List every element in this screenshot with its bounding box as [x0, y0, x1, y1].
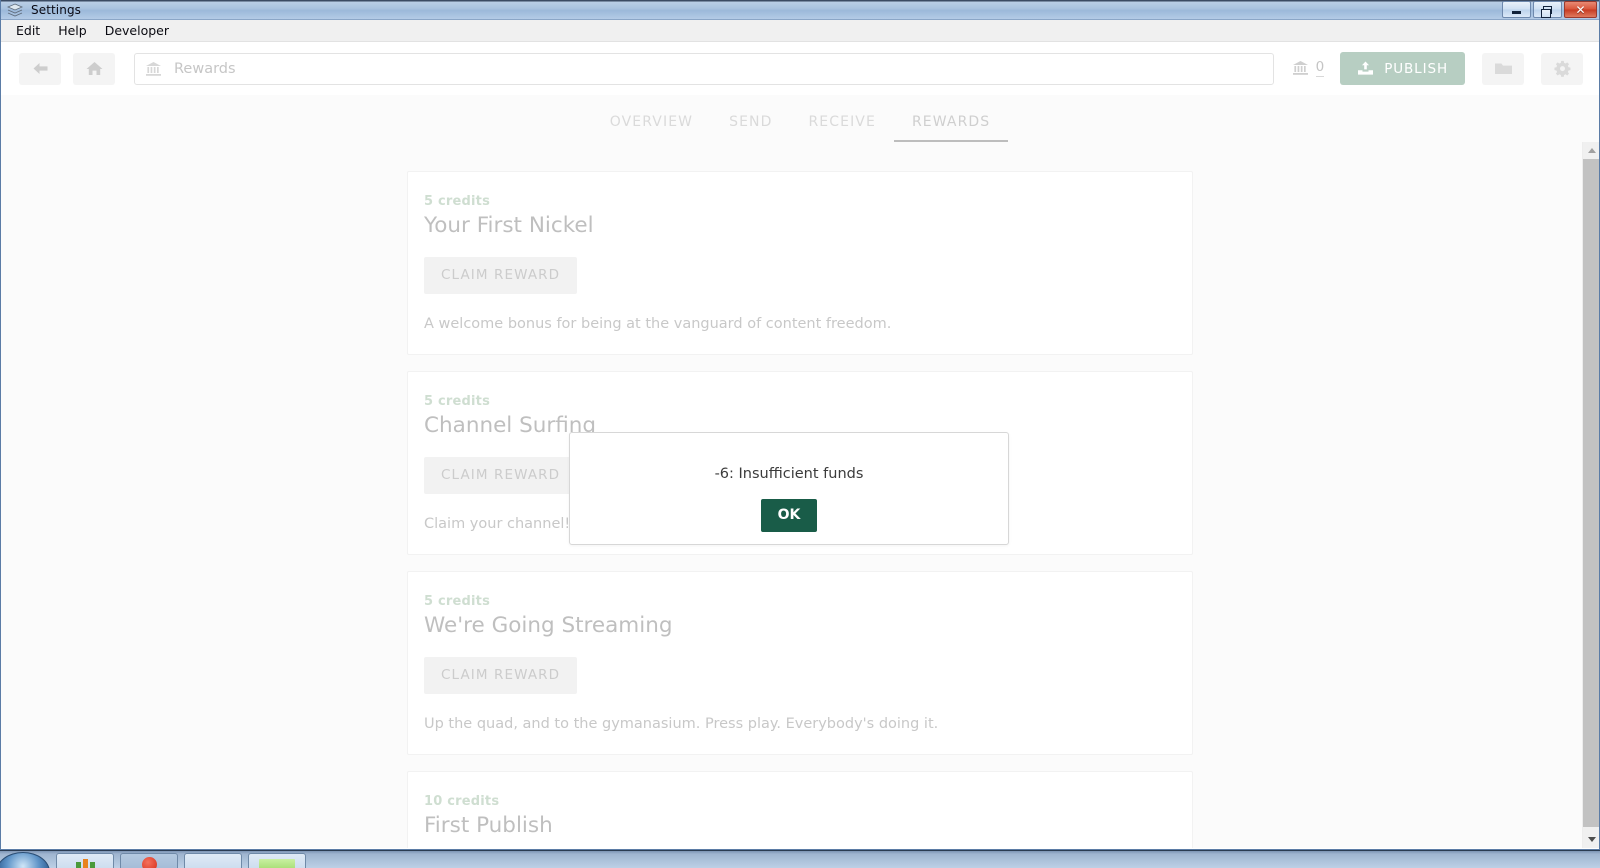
upload-icon: [1357, 61, 1374, 76]
scroll-down-button[interactable]: [1583, 831, 1599, 848]
menu-bar: Edit Help Developer: [1, 20, 1599, 42]
balance-amount: 0: [1315, 59, 1325, 77]
app-content: Rewards 0 PUBLISH OVERVIEW SEND RECEIVE …: [1, 42, 1599, 848]
reward-card: 5 credits Your First Nickel CLAIM REWARD…: [407, 171, 1193, 355]
balance-indicator[interactable]: 0: [1292, 60, 1325, 77]
stack-layers-icon: [7, 3, 23, 17]
restore-icon: [1541, 5, 1552, 18]
reward-title: We're Going Streaming: [424, 613, 673, 638]
tab-receive[interactable]: RECEIVE: [790, 114, 893, 142]
minimize-icon: [1512, 10, 1521, 14]
dialog-message: -6: Insufficient funds: [714, 466, 864, 482]
back-button[interactable]: [19, 52, 61, 85]
error-dialog: -6: Insufficient funds OK: [569, 432, 1009, 545]
task-button-4[interactable]: [248, 853, 306, 868]
close-icon: ✕: [1575, 2, 1586, 17]
task-button-3[interactable]: [184, 853, 242, 868]
claim-reward-button[interactable]: CLAIM REWARD: [424, 457, 578, 494]
scroll-up-button[interactable]: [1583, 142, 1599, 159]
bank-icon: [1292, 60, 1309, 76]
folder-button[interactable]: [1482, 52, 1524, 85]
caret-down-icon: [1587, 837, 1596, 842]
publish-label: PUBLISH: [1384, 60, 1448, 77]
publish-button[interactable]: PUBLISH: [1340, 52, 1465, 85]
menu-item-help[interactable]: Help: [49, 21, 96, 40]
app-icon-4: [259, 858, 295, 868]
settings-button[interactable]: [1541, 52, 1583, 85]
address-input[interactable]: Rewards: [174, 61, 236, 77]
reward-credits: 10 credits: [424, 794, 500, 809]
reward-card: 10 credits First Publish CLAIM REWARD: [407, 771, 1193, 848]
reward-title: Your First Nickel: [424, 213, 594, 238]
tab-rewards[interactable]: REWARDS: [893, 114, 1009, 142]
claim-reward-button[interactable]: CLAIM REWARD: [424, 257, 578, 294]
windows-start-orb-icon[interactable]: [0, 852, 50, 868]
dialog-ok-button[interactable]: OK: [760, 499, 818, 532]
bank-icon: [145, 61, 162, 77]
claim-reward-button[interactable]: CLAIM REWARD: [424, 657, 578, 694]
caret-up-icon: [1587, 148, 1596, 153]
window-title: Settings: [31, 2, 82, 17]
windows-taskbar: [0, 850, 1600, 868]
app-icon-1: [75, 859, 95, 868]
vertical-scrollbar[interactable]: [1582, 142, 1599, 848]
address-bar[interactable]: Rewards: [134, 52, 1274, 85]
reward-description: A welcome bonus for being at the vanguar…: [424, 316, 892, 332]
menu-item-edit[interactable]: Edit: [7, 21, 49, 40]
task-button-2[interactable]: [120, 853, 178, 868]
title-bar: Settings ✕: [1, 0, 1599, 20]
app-icon-2: [141, 856, 157, 868]
gear-icon: [1553, 60, 1571, 77]
tab-overview[interactable]: OVERVIEW: [592, 114, 711, 142]
reward-card: 5 credits We're Going Streaming CLAIM RE…: [407, 571, 1193, 755]
close-button[interactable]: ✕: [1564, 1, 1597, 18]
app-toolbar: Rewards 0 PUBLISH: [1, 42, 1599, 95]
minimize-button[interactable]: [1502, 1, 1531, 18]
application-window: Settings ✕ Edit Help Developer Rewards 0…: [0, 0, 1600, 850]
folder-icon: [1494, 61, 1513, 76]
task-button-1[interactable]: [56, 853, 114, 868]
home-icon: [86, 61, 103, 76]
section-tabs: OVERVIEW SEND RECEIVE REWARDS: [1, 95, 1599, 142]
reward-description: Up the quad, and to the gymanasium. Pres…: [424, 716, 939, 732]
home-button[interactable]: [73, 52, 115, 85]
tab-send[interactable]: SEND: [711, 114, 790, 142]
reward-credits: 5 credits: [424, 594, 491, 609]
window-controls: ✕: [1502, 1, 1597, 18]
menu-item-developer[interactable]: Developer: [96, 21, 178, 40]
restore-button[interactable]: [1533, 1, 1562, 18]
reward-credits: 5 credits: [424, 394, 491, 409]
arrow-left-icon: [32, 61, 49, 76]
scrollbar-thumb[interactable]: [1583, 159, 1599, 827]
reward-credits: 5 credits: [424, 194, 491, 209]
reward-title: First Publish: [424, 813, 553, 838]
